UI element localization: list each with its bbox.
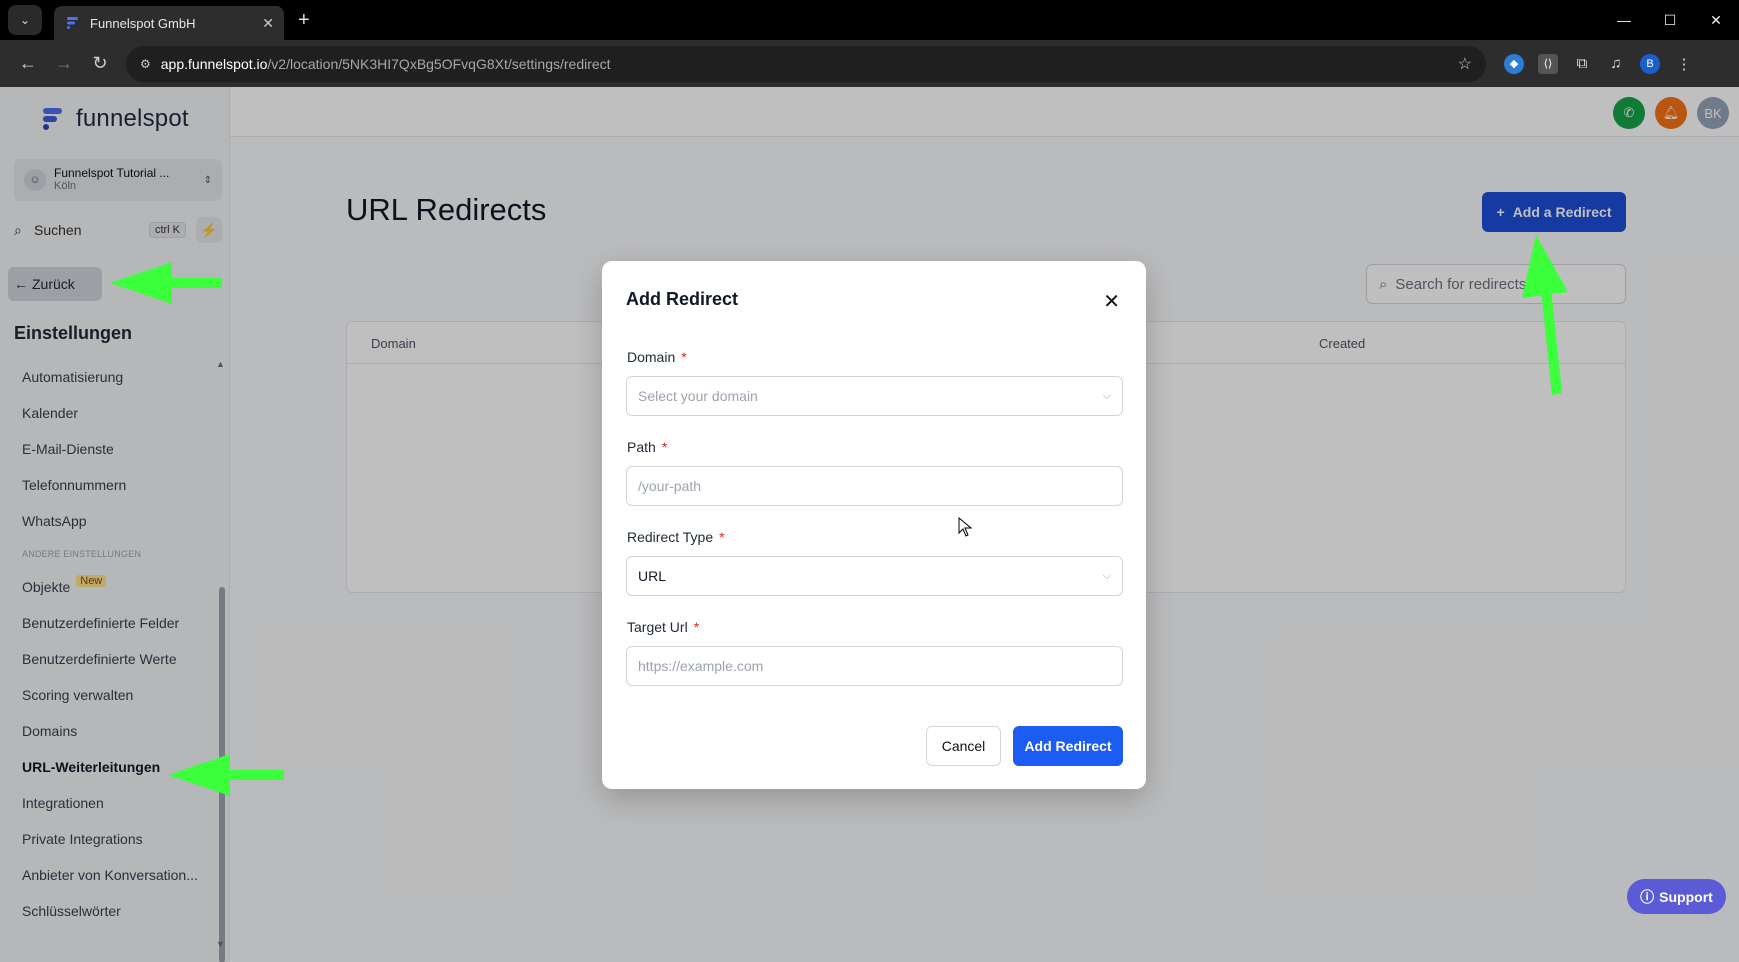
target-url-placeholder: https://example.com <box>638 658 764 674</box>
browser-toolbar: ← → ↻ ⚙ app.funnelspot.io /v2/location/5… <box>0 40 1739 87</box>
puzzle-extensions-icon[interactable]: ⧉ <box>1572 54 1592 74</box>
modal-title: Add Redirect <box>626 289 739 309</box>
back-arrow-icon[interactable]: ← <box>10 46 46 82</box>
path-label: Path * <box>627 439 668 455</box>
browser-tab[interactable]: Funnelspot GmbH ✕ <box>54 6 284 40</box>
support-label: Support <box>1659 888 1713 905</box>
maximize-icon[interactable]: ☐ <box>1647 0 1693 40</box>
help-circle-icon: ⓘ <box>1640 888 1655 905</box>
url-path: /v2/location/5NK3HI7QxBg5OFvqG8Xt/settin… <box>267 55 611 72</box>
domain-placeholder: Select your domain <box>638 388 758 404</box>
funnelspot-favicon-icon <box>67 17 78 29</box>
reload-icon[interactable]: ↻ <box>82 46 118 82</box>
close-icon[interactable]: ✕ <box>1103 289 1120 314</box>
extension-icon[interactable]: ◆ <box>1504 53 1524 74</box>
tab-search-chevron-icon[interactable]: ⌄ <box>8 5 42 35</box>
target-url-input[interactable]: https://example.com <box>626 646 1123 686</box>
mouse-cursor-icon <box>958 517 972 537</box>
submit-add-redirect-button[interactable]: Add Redirect <box>1013 726 1123 766</box>
support-button[interactable]: ⓘ Support <box>1627 879 1726 914</box>
bookmark-star-icon[interactable]: ☆ <box>1458 54 1472 74</box>
site-info-icon[interactable]: ⚙ <box>140 57 151 71</box>
redirect-type-select[interactable]: URL ⌵ <box>626 556 1123 596</box>
domain-select[interactable]: Select your domain ⌵ <box>626 376 1123 416</box>
cancel-button[interactable]: Cancel <box>926 726 1001 766</box>
browser-tabbar: ⌄ Funnelspot GmbH ✕ + — ☐ ✕ <box>0 0 1739 40</box>
minimize-icon[interactable]: — <box>1601 0 1647 40</box>
domain-label: Domain * <box>627 349 687 365</box>
profile-avatar[interactable]: B <box>1640 53 1660 74</box>
path-input[interactable]: /your-path <box>626 466 1123 506</box>
url-host: app.funnelspot.io <box>160 55 268 72</box>
devtools-extension-icon[interactable]: ⟨⟩ <box>1538 53 1558 74</box>
address-bar[interactable]: ⚙ app.funnelspot.io /v2/location/5NK3HI7… <box>126 45 1486 82</box>
target-url-label: Target Url * <box>627 619 700 635</box>
path-placeholder: /your-path <box>638 478 702 494</box>
browser-menu-icon[interactable]: ⋮ <box>1674 54 1694 74</box>
chevron-down-icon: ⌵ <box>1102 569 1111 582</box>
tab-title: Funnelspot GmbH <box>90 15 196 31</box>
new-tab-icon[interactable]: + <box>298 9 310 32</box>
media-controls-icon[interactable]: ♫ <box>1606 54 1626 74</box>
redirect-type-label: Redirect Type * <box>627 529 725 545</box>
chevron-down-icon: ⌵ <box>1102 389 1111 402</box>
forward-arrow-icon[interactable]: → <box>46 46 82 82</box>
close-tab-icon[interactable]: ✕ <box>262 15 274 32</box>
redirect-type-value: URL <box>638 568 667 584</box>
window-close-icon[interactable]: ✕ <box>1693 0 1739 40</box>
add-redirect-modal: Add Redirect ✕ Domain * Select your domai… <box>602 261 1146 789</box>
